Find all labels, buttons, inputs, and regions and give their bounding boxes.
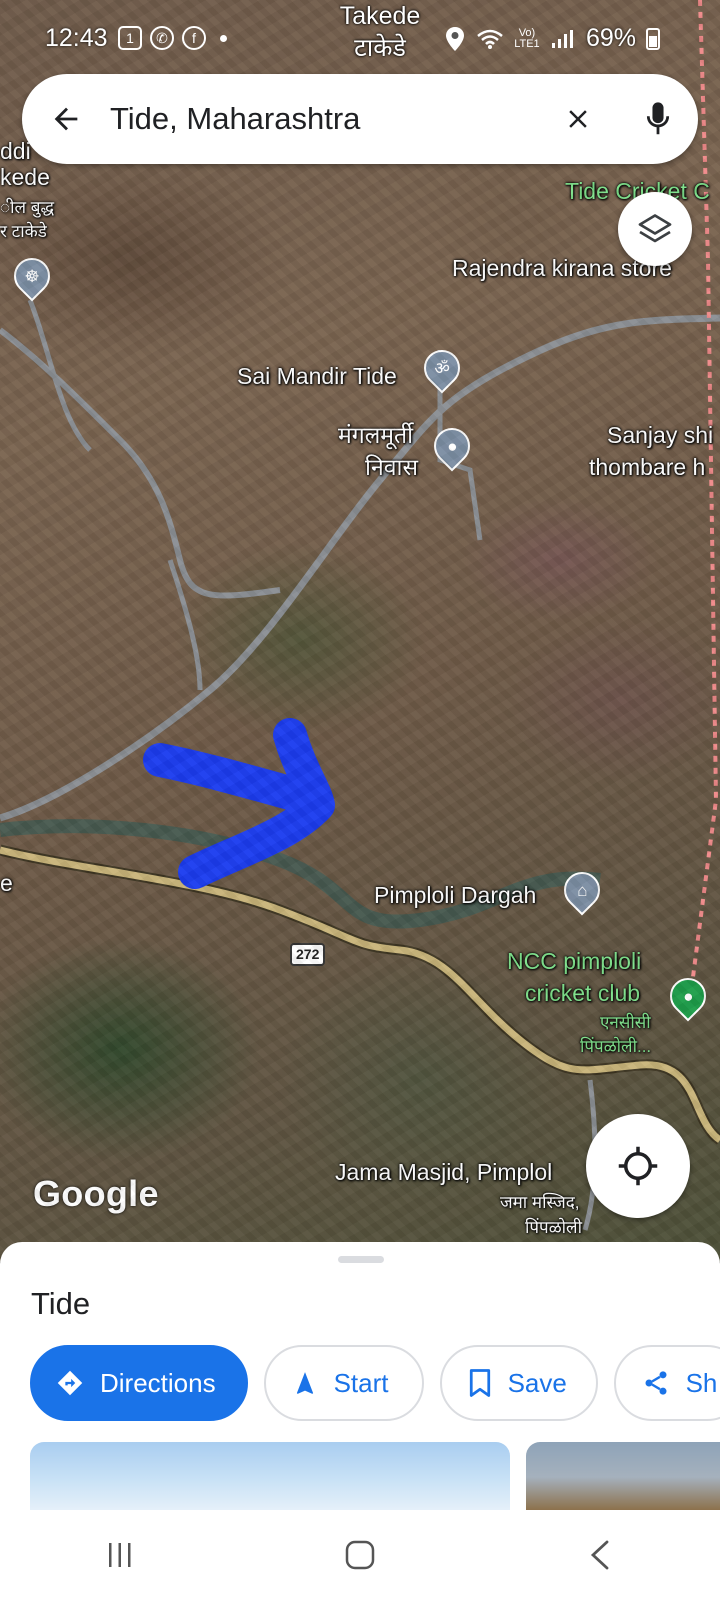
network-label: Vo) LTE1 — [514, 26, 540, 50]
signal-icon — [551, 29, 573, 48]
status-time: 12:43 — [45, 24, 108, 52]
wifi-icon — [477, 29, 503, 49]
back-chevron-icon — [590, 1540, 609, 1570]
my-location-button[interactable] — [586, 1114, 690, 1218]
search-bar[interactable]: Tide, Maharashtra — [22, 74, 698, 164]
navigation-arrow-icon — [296, 1372, 313, 1394]
close-icon — [569, 110, 587, 128]
calendar-icon: 1 — [118, 26, 142, 50]
map-layers-button[interactable] — [618, 192, 692, 266]
system-icons: Vo) LTE1 69% — [444, 24, 660, 53]
village-road — [27, 299, 92, 452]
map-label[interactable]: thombare h — [589, 452, 705, 482]
facebook-icon: f — [182, 26, 206, 50]
road-shield-272: 272 — [290, 943, 326, 966]
map-label[interactable]: NCC pimploli — [507, 946, 641, 976]
save-label: Save — [507, 1367, 567, 1398]
map-label[interactable]: एनसीसी — [600, 1013, 651, 1033]
map-label[interactable]: पिंपळोली — [525, 1218, 582, 1238]
clear-search-button[interactable] — [538, 74, 618, 164]
layers-icon — [638, 214, 672, 243]
map-label[interactable]: मंगलमूर्ती — [338, 420, 413, 450]
start-navigation-button[interactable]: Start — [263, 1345, 424, 1421]
microphone-icon — [646, 102, 670, 135]
map-label[interactable]: जमा मस्जिद, — [500, 1193, 579, 1213]
sheet-drag-handle[interactable] — [338, 1256, 384, 1263]
map-label: e — [0, 870, 13, 896]
share-icon — [645, 1371, 667, 1395]
search-query[interactable]: Tide, Maharashtra — [110, 101, 538, 137]
place-title: Tide — [31, 1286, 91, 1321]
battery-percent: 69% — [585, 24, 636, 52]
place-photo[interactable] — [30, 1442, 510, 1510]
map-label[interactable]: cricket club — [525, 978, 640, 1008]
home-icon — [345, 1540, 375, 1570]
back-arrow-icon — [54, 107, 78, 131]
share-button[interactable]: Sh — [613, 1345, 720, 1421]
home-button[interactable] — [320, 1525, 400, 1585]
om-icon: ॐ — [434, 358, 450, 378]
place-photo[interactable] — [526, 1442, 720, 1510]
map-label[interactable]: Jama Masjid, Pimplol — [335, 1157, 552, 1187]
system-navigation-bar — [0, 1510, 720, 1600]
directions-button[interactable]: Directions — [30, 1345, 248, 1421]
place-photos — [30, 1442, 720, 1510]
voice-search-button[interactable] — [618, 74, 698, 164]
map-label[interactable]: निवास — [365, 452, 418, 482]
start-label: Start — [333, 1367, 389, 1398]
map-label[interactable]: पिंपळोली... — [580, 1037, 651, 1057]
map-label[interactable]: Sanjay shi — [607, 420, 713, 450]
village-road — [0, 314, 720, 822]
map-label[interactable]: Sai Mandir Tide — [237, 361, 397, 391]
map-label: kede — [0, 164, 50, 190]
directions-label: Directions — [100, 1367, 216, 1398]
save-button[interactable]: Save — [439, 1345, 598, 1421]
drawn-arrow-annotation — [143, 718, 335, 889]
map-label: ील बुद्ध — [0, 198, 55, 217]
status-bar: 12:43 1 ✆ f Vo) LTE1 69% — [0, 0, 720, 72]
notification-icons: 1 ✆ f — [118, 26, 227, 50]
action-chips: Directions Start Save Sh — [30, 1345, 720, 1421]
more-dot-icon — [220, 34, 227, 42]
location-icon — [445, 26, 464, 51]
satellite-map[interactable]: ddi kede ील बुद्ध र टाकेडे ☸ Tide Cricke… — [0, 0, 720, 1262]
recent-apps-icon — [109, 1543, 131, 1567]
dot-icon: ● — [682, 986, 694, 1006]
place-bottom-sheet[interactable]: Tide Directions Start Save Sh — [0, 1242, 720, 1510]
whatsapp-icon: ✆ — [150, 26, 174, 50]
google-logo: Google — [33, 1173, 159, 1214]
back-button[interactable] — [22, 74, 110, 164]
recent-apps-button[interactable] — [80, 1525, 160, 1585]
back-nav-button[interactable] — [560, 1525, 640, 1585]
directions-icon — [57, 1370, 83, 1396]
dot-icon: ● — [446, 436, 458, 456]
crosshair-location-icon — [618, 1146, 658, 1186]
battery-icon — [646, 27, 660, 50]
bookmark-icon — [469, 1369, 490, 1397]
wheel-icon: ☸ — [24, 266, 40, 286]
map-label[interactable]: Pimploli Dargah — [374, 880, 536, 910]
share-label: Sh — [685, 1367, 718, 1398]
mosque-icon: ⌂ — [576, 880, 588, 900]
map-label: र टाकेडे — [0, 222, 47, 241]
